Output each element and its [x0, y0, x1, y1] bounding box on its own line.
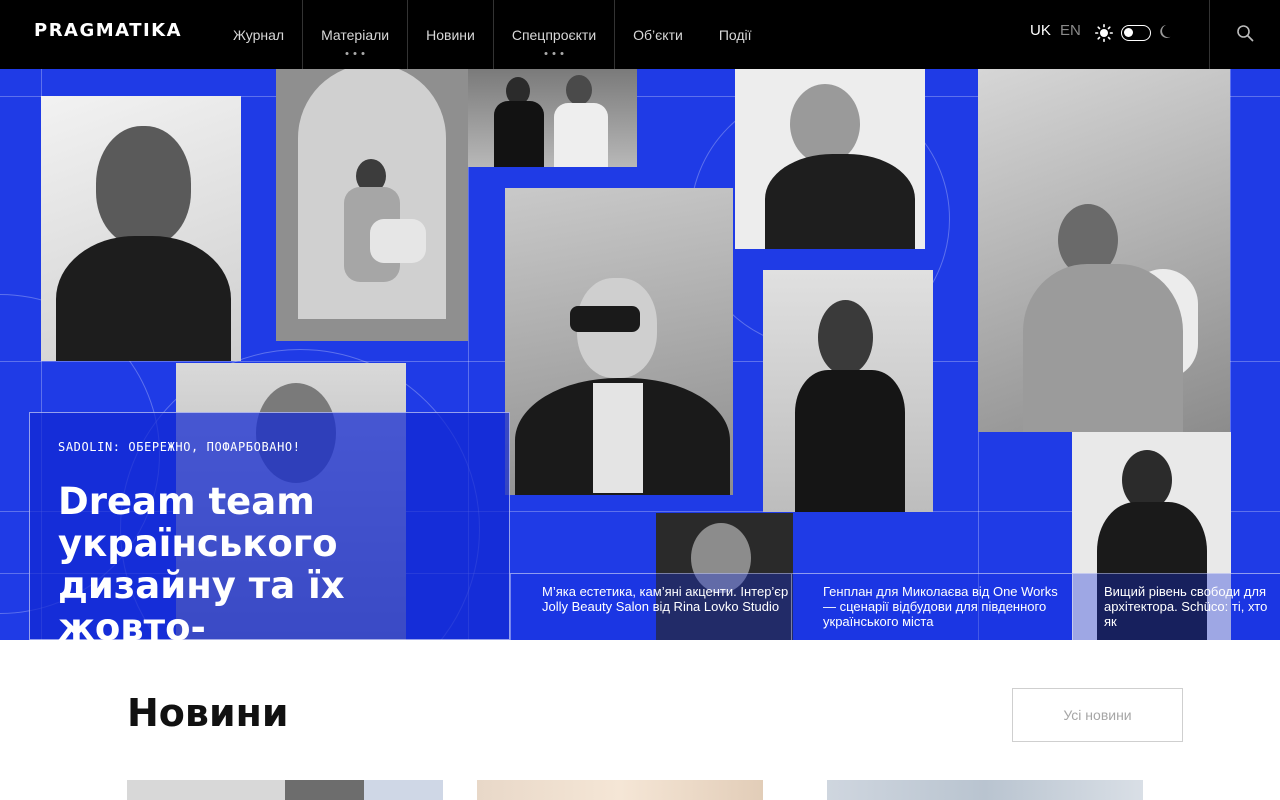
portrait-photo [276, 69, 468, 341]
portrait-photo [505, 188, 733, 495]
story-link[interactable]: Вищий рівень свободи для архітектора. Sc… [1072, 573, 1280, 640]
portrait-photo [735, 69, 925, 249]
search-icon[interactable] [1236, 24, 1254, 42]
nav-item-events[interactable]: Події [701, 0, 770, 69]
sun-icon[interactable] [1095, 24, 1113, 42]
news-thumbnail[interactable] [827, 780, 1143, 800]
nav-item-special-projects[interactable]: Спецпроєкти [494, 0, 616, 69]
nav-item-label: Новини [426, 26, 475, 43]
header-divider [1209, 0, 1210, 69]
nav-item-journal[interactable]: Журнал [215, 0, 304, 69]
portrait-photo [468, 69, 637, 167]
nav-item-label: Журнал [233, 26, 285, 43]
portrait-photo [41, 96, 241, 361]
news-thumbnail[interactable] [127, 780, 443, 800]
moon-icon[interactable] [1158, 23, 1176, 41]
featured-kicker[interactable]: SADOLIN: ОБЕРЕЖНО, ПОФАРБОВАНО! [58, 440, 301, 454]
lang-uk-link[interactable]: UK [1030, 22, 1051, 39]
news-section-title: Новини [127, 691, 289, 735]
all-news-button[interactable]: Усі новини [1012, 688, 1183, 742]
toggle-knob [1124, 28, 1133, 37]
nav-item-label: Об’єкти [633, 26, 683, 43]
nav-item-news[interactable]: Новини [408, 0, 494, 69]
nav-item-objects[interactable]: Об’єкти [615, 0, 701, 69]
theme-toggle[interactable] [1121, 25, 1151, 41]
more-dots-icon [544, 52, 564, 55]
featured-article[interactable]: SADOLIN: ОБЕРЕЖНО, ПОФАРБОВАНО! Dream te… [29, 412, 510, 640]
news-thumbnail[interactable] [477, 780, 763, 800]
nav-item-label: Події [718, 26, 752, 43]
nav-item-label: Матеріали [321, 26, 390, 43]
more-dots-icon [345, 52, 365, 55]
featured-headline[interactable]: Dream team українського дизайну та їх жо… [58, 481, 498, 641]
hero-collage: SADOLIN: ОБЕРЕЖНО, ПОФАРБОВАНО! Dream te… [0, 69, 1280, 640]
portrait-photo [978, 69, 1230, 432]
story-link[interactable]: М’яка естетика, кам’яні акценти. Інтер’є… [510, 573, 791, 640]
lang-en-link[interactable]: EN [1060, 22, 1081, 39]
nav-item-materials[interactable]: Матеріали [303, 0, 409, 69]
site-logo[interactable]: PRAGMATIKA [34, 20, 182, 41]
story-link[interactable]: Генплан для Миколаєва від One Works — сц… [791, 573, 1072, 640]
portrait-photo [763, 270, 933, 512]
main-nav: Журнал Матеріали Новини Спецпроєкти Об’є… [215, 0, 770, 69]
site-header: PRAGMATIKA Журнал Матеріали Новини Спецп… [0, 0, 1280, 69]
nav-item-label: Спецпроєкти [511, 26, 597, 43]
